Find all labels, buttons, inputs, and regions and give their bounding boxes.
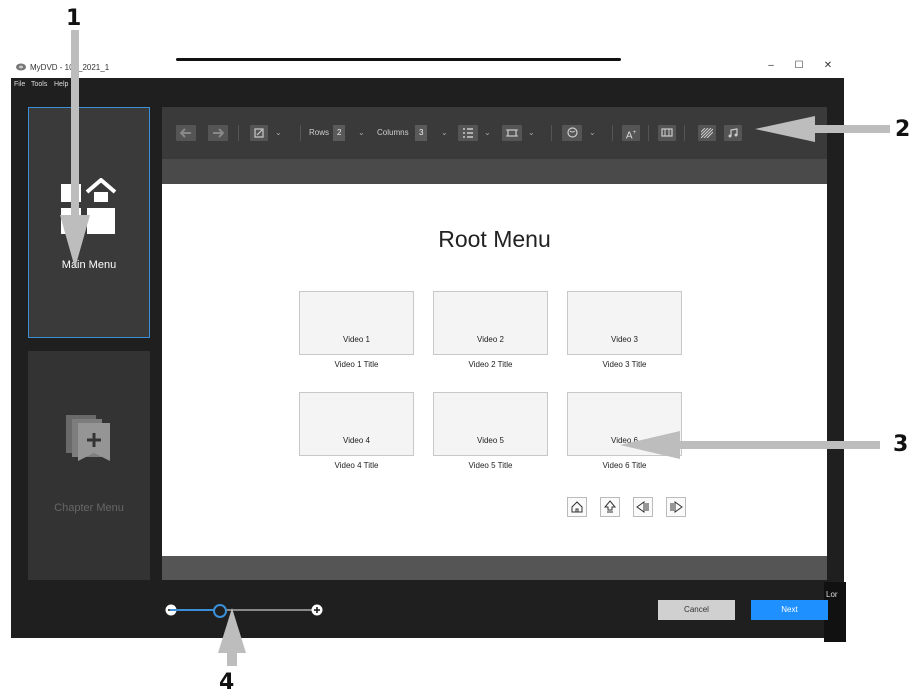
columns-label: Columns — [377, 128, 409, 137]
resize-icon[interactable] — [658, 125, 676, 141]
menu-file[interactable]: File — [14, 81, 25, 88]
video-label: Video 3 — [611, 335, 638, 344]
toolbar-separator — [612, 125, 613, 141]
callout-4: 4 — [219, 670, 235, 695]
annotation-arrow-2 — [755, 116, 890, 142]
video-thumbnail[interactable]: Video 1 — [299, 291, 414, 355]
music-icon[interactable] — [724, 125, 742, 141]
prev-icon[interactable] — [633, 497, 653, 517]
video-title[interactable]: Video 3 Title — [567, 360, 682, 369]
video-title[interactable]: Video 6 Title — [567, 461, 682, 470]
toolbar: ⌄ Rows 2 ⌄ Columns 3 ⌄ ⌄ ⌄ ⌄ A+ — [162, 107, 827, 159]
top-overlay-bar — [176, 58, 621, 61]
app-logo-icon — [16, 63, 26, 71]
close-button[interactable]: ✕ — [818, 60, 838, 71]
frame-icon[interactable] — [502, 125, 522, 141]
minimize-button[interactable]: – — [761, 60, 781, 71]
chapter-add-icon — [66, 415, 110, 461]
rows-value[interactable]: 2 — [333, 125, 346, 141]
video-thumbnail[interactable]: Video 3 — [567, 291, 682, 355]
list-chevron-icon[interactable]: ⌄ — [484, 125, 491, 141]
zoom-in-icon[interactable] — [311, 604, 323, 616]
up-icon[interactable] — [600, 497, 620, 517]
menu-tools[interactable]: Tools — [31, 81, 47, 88]
cancel-button[interactable]: Cancel — [658, 600, 735, 620]
toolbar-separator — [238, 125, 239, 141]
pattern-icon[interactable] — [698, 125, 716, 141]
video-title[interactable]: Video 1 Title — [299, 360, 414, 369]
video-thumbnail[interactable]: Video 2 — [433, 291, 548, 355]
video-thumbnail[interactable]: Video 4 — [299, 392, 414, 456]
list-layout-icon[interactable] — [458, 125, 478, 141]
menu-canvas[interactable]: Root Menu Video 1 Video 1 Title Video 2 … — [162, 184, 827, 556]
toolbar-separator — [648, 125, 649, 141]
next-button[interactable]: Next — [751, 600, 828, 620]
maximize-button[interactable]: ☐ — [789, 60, 809, 71]
toolbar-strip — [162, 159, 827, 184]
video-thumbnail[interactable]: Video 5 — [433, 392, 548, 456]
toolbar-separator — [300, 125, 301, 141]
video-title[interactable]: Video 2 Title — [433, 360, 548, 369]
video-title[interactable]: Video 4 Title — [299, 461, 414, 470]
annotation-arrow-3 — [620, 431, 880, 459]
title-bar: MyDVD - 10__2021_1 – ☐ ✕ — [11, 58, 844, 78]
menu-title[interactable]: Root Menu — [162, 226, 827, 253]
columns-chevron-icon[interactable]: ⌄ — [441, 125, 448, 141]
callout-2: 2 — [895, 117, 909, 142]
chapter-menu-label: Chapter Menu — [54, 502, 124, 514]
callout-1: 1 — [66, 6, 82, 31]
menu-bar: File Tools Help — [11, 78, 844, 92]
side-tab-label: Lor — [826, 590, 838, 599]
globe-icon[interactable] — [562, 125, 582, 141]
annotation-arrow-1 — [60, 30, 90, 268]
columns-value[interactable]: 3 — [415, 125, 428, 141]
undo-icon[interactable] — [176, 125, 196, 141]
video-label: Video 1 — [343, 335, 370, 344]
text-add-icon[interactable]: A+ — [622, 125, 640, 141]
redo-icon[interactable] — [208, 125, 228, 141]
menu-editor: ⌄ Rows 2 ⌄ Columns 3 ⌄ ⌄ ⌄ ⌄ A+ Root Men… — [162, 107, 827, 580]
video-label: Video 4 — [343, 436, 370, 445]
callout-3: 3 — [893, 432, 909, 457]
edit-icon[interactable] — [250, 125, 268, 141]
rows-chevron-icon[interactable]: ⌄ — [358, 125, 365, 141]
home-icon[interactable] — [567, 497, 587, 517]
next-icon[interactable] — [666, 497, 686, 517]
video-label: Video 5 — [477, 436, 504, 445]
app-window: MyDVD - 10__2021_1 – ☐ ✕ File Tools Help… — [11, 58, 846, 642]
frame-chevron-icon[interactable]: ⌄ — [528, 125, 535, 141]
canvas-footer — [162, 556, 827, 580]
annotation-arrow-4 — [218, 608, 246, 666]
globe-chevron-icon[interactable]: ⌄ — [589, 125, 596, 141]
rows-label: Rows — [309, 128, 330, 137]
toolbar-separator — [684, 125, 685, 141]
edit-dropdown-chevron-icon[interactable]: ⌄ — [275, 125, 282, 141]
video-label: Video 2 — [477, 335, 504, 344]
toolbar-separator — [551, 125, 552, 141]
chapter-menu-card[interactable]: Chapter Menu — [28, 351, 150, 580]
video-title[interactable]: Video 5 Title — [433, 461, 548, 470]
